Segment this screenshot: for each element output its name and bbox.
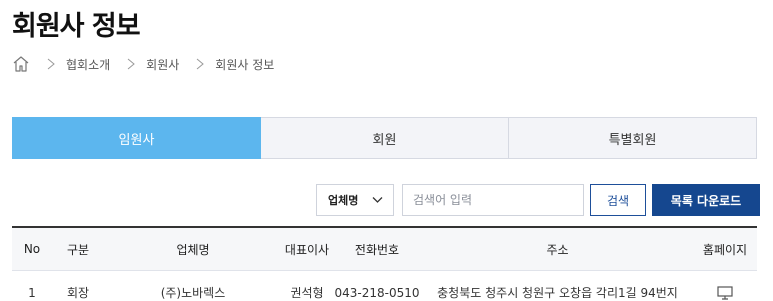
header-address: 주소 <box>546 242 569 257</box>
breadcrumb-item[interactable]: 회원사 <box>146 56 179 73</box>
search-field-select-value: 업체명 <box>328 194 359 207</box>
member-table: No 구분 업체명 대표이사 전화번호 주소 홈페이지 1 회장 (주)노바렉스… <box>12 226 757 301</box>
table-row: 1 회장 (주)노바렉스 권석형 043-218-0510 충청북도 청주시 청… <box>12 271 757 301</box>
search-button[interactable]: 검색 <box>590 184 646 216</box>
breadcrumb-item-current: 회원사 정보 <box>215 57 275 72</box>
tab-member[interactable]: 회원 <box>261 117 509 159</box>
header-type: 구분 <box>66 242 90 257</box>
tab-executive[interactable]: 임원사 <box>12 117 261 159</box>
page-title: 회원사 정보 <box>12 11 141 42</box>
header-homepage: 홈페이지 <box>702 242 748 257</box>
cell-address: 충청북도 청주시 청원구 오창읍 각리1길 94번지 <box>437 286 678 300</box>
search-bar: 업체명 검색 목록 다운로드 <box>316 184 760 216</box>
cell-company: (주)노바렉스 <box>160 286 226 300</box>
cell-homepage <box>693 285 757 300</box>
search-field-select[interactable]: 업체명 <box>316 184 394 216</box>
cell-ceo: 권석형 <box>290 286 324 300</box>
member-type-tabs: 임원사 회원 특별회원 <box>12 117 757 159</box>
cell-type: 회장 <box>66 286 90 300</box>
home-icon[interactable] <box>12 55 30 73</box>
header-ceo: 대표이사 <box>284 242 330 257</box>
cell-no: 1 <box>28 285 36 300</box>
chevron-right-icon <box>44 57 58 71</box>
monitor-icon[interactable] <box>717 285 733 300</box>
tab-special-member[interactable]: 특별회원 <box>509 117 757 159</box>
table-header: No 구분 업체명 대표이사 전화번호 주소 홈페이지 <box>12 228 757 271</box>
header-no: No <box>23 242 41 256</box>
cell-phone: 043-218-0510 <box>334 285 420 300</box>
breadcrumb-item[interactable]: 협회소개 <box>66 56 110 73</box>
header-phone: 전화번호 <box>354 242 400 257</box>
download-list-button[interactable]: 목록 다운로드 <box>652 184 760 216</box>
chevron-right-icon <box>124 57 138 71</box>
chevron-right-icon <box>193 57 207 71</box>
header-company: 업체명 <box>176 242 210 257</box>
breadcrumb: 협회소개 회원사 회원사 정보 <box>12 55 288 73</box>
search-input[interactable] <box>402 184 584 216</box>
chevron-down-icon <box>372 197 383 203</box>
